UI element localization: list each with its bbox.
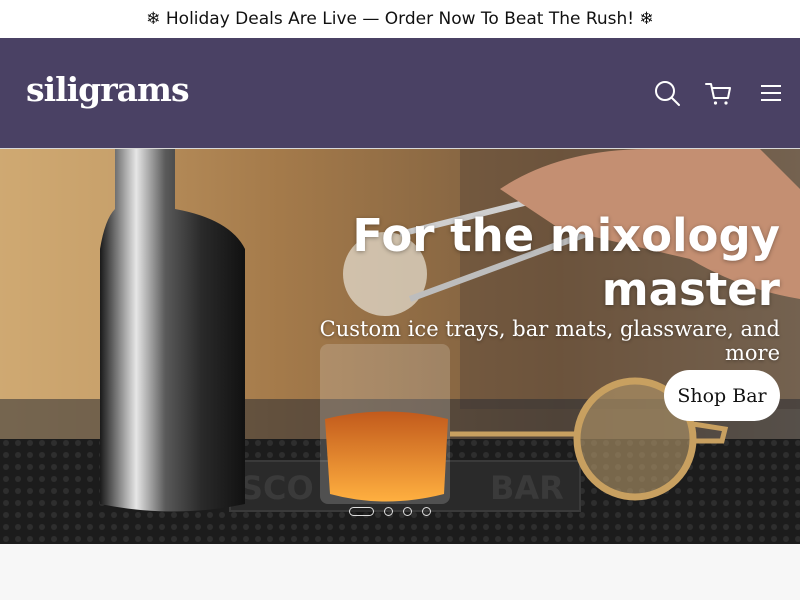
slide-dot-1[interactable] [349,507,374,516]
announcement-text: ❄ Holiday Deals Are Live — Order Now To … [146,9,654,29]
hero-banner: SCO BAR For the mixology master Custom i… [0,149,800,544]
hero-subtitle: Custom ice trays, bar mats, glassware, a… [319,317,780,365]
announcement-bar[interactable]: ❄ Holiday Deals Are Live — Order Now To … [0,0,800,38]
slide-pagination [349,507,431,516]
menu-icon[interactable] [756,78,786,108]
shop-bar-button[interactable]: Shop Bar [664,370,780,421]
site-header: siligrams [0,38,800,148]
hero-title: For the mixology master [352,209,780,316]
search-icon[interactable] [652,78,682,108]
slide-dot-4[interactable] [422,507,431,516]
svg-text:SCO: SCO [240,469,314,507]
brand-logo[interactable]: siligrams [26,70,190,109]
page-content-area [0,544,800,600]
slide-dot-2[interactable] [384,507,393,516]
svg-text:BAR: BAR [490,469,564,507]
slide-dot-3[interactable] [403,507,412,516]
cart-icon[interactable] [703,78,733,108]
